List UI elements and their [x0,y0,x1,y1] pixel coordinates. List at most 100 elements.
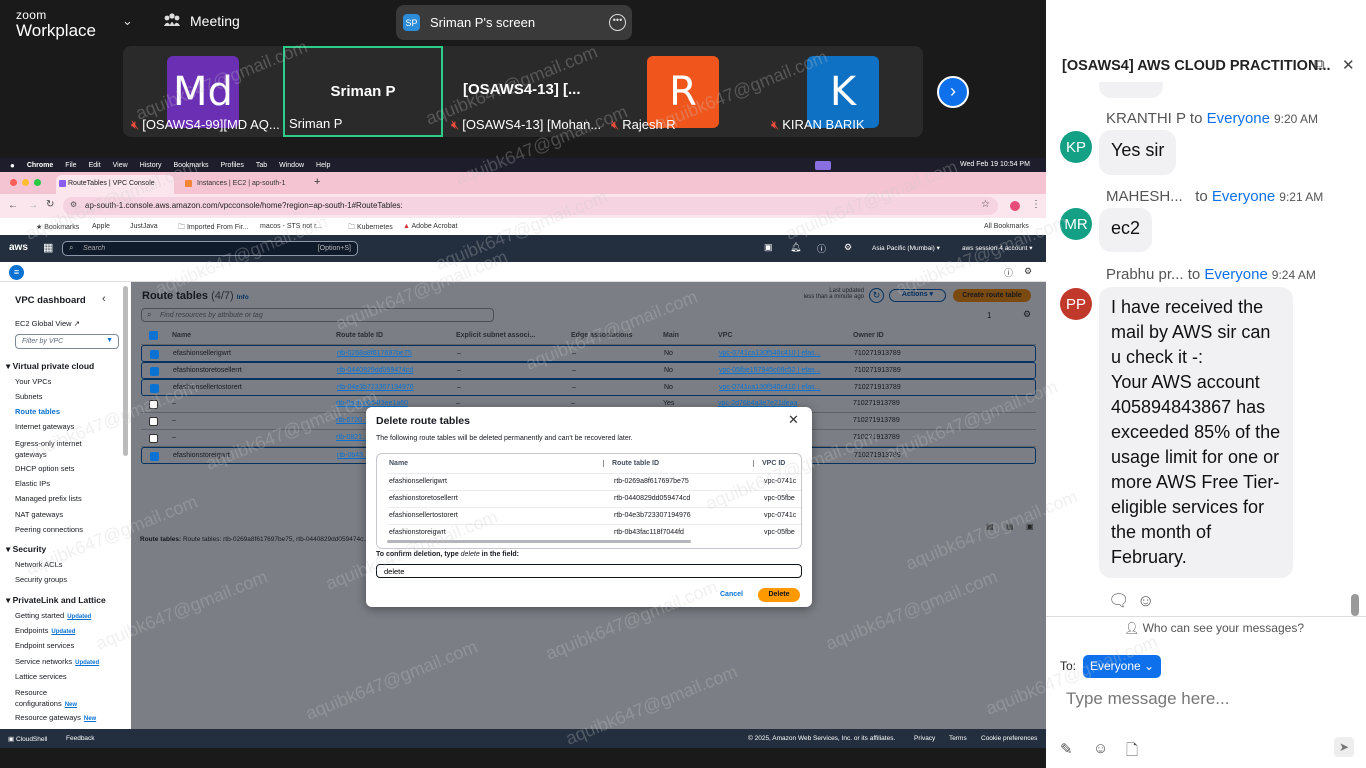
sidebar-item-lattice-services[interactable]: Lattice services [15,672,67,681]
add-reaction-icon[interactable]: ☺ [1137,591,1154,611]
split-panel-icon[interactable]: ▤ [1006,522,1014,531]
participant-tile[interactable]: K 🔇︎ KIRAN BARIK [763,46,923,137]
cookie-preferences-link[interactable]: Cookie preferences [981,735,1037,742]
sidebar-item-service-networks[interactable]: Service networks Updated [15,657,99,666]
delete-button[interactable]: Delete [758,588,800,602]
ec2-global-view-link[interactable]: EC2 Global View ↗ [15,319,80,328]
sidebar-item-network-acls[interactable]: Network ACLs [15,560,63,569]
hamburger-menu-icon[interactable]: ≡ [9,265,24,280]
window-close-dot[interactable] [10,179,17,186]
actions-button[interactable]: Actions ▾ [889,289,946,302]
bookmark-item[interactable]: ★ Bookmarks [36,223,79,231]
meeting-menu[interactable]: Meeting [163,13,240,29]
sidebar-item-internet-gateways[interactable]: Internet gateways [15,422,74,431]
menu-profiles[interactable]: Profiles [220,162,243,169]
window-minimize-dot[interactable] [22,179,29,186]
bookmark-folder[interactable]: 🗀︎ Kubernetes [348,223,393,234]
pagination-current[interactable]: 1 [987,311,991,320]
who-can-see[interactable]: 👤︎ Who can see your messages? [1124,621,1304,635]
cell-id[interactable]: rtb-0440829dd059474cd [337,367,413,374]
cell-id[interactable]: rtb-0821... [336,434,368,441]
row-checkbox[interactable] [149,434,158,443]
row-checkbox[interactable] [150,452,159,461]
url-field[interactable]: ⚙ ap-south-1.console.aws.amazon.com/vpcc… [63,197,998,215]
menu-file[interactable]: File [65,162,76,169]
feedback-link[interactable]: Feedback [66,735,95,742]
participant-tile[interactable]: [OSAWS4-13] [... 🔇︎ [OSAWS4-13] [Mohan... [443,46,603,137]
aws-search-input[interactable]: ⌕ Search [Option+S] [62,241,358,256]
table-row[interactable]: efashionstoretosellerrt rtb-0440829dd0594… [141,362,1036,379]
help-icon[interactable]: ⓘ [817,242,826,255]
message-input[interactable]: Type message here... [1066,689,1229,709]
format-text-icon[interactable]: ✎ [1060,740,1073,758]
sidebar-item-dhcp-option-sets[interactable]: DHCP option sets [15,464,74,473]
participant-tile[interactable]: R 🔇︎ Rajesh R [603,46,763,137]
bookmark-folder[interactable]: 🗀︎ Imported From Fir... [178,223,248,234]
bookmark-item[interactable]: Apple [92,223,110,230]
sidebar-item-peering-connections[interactable]: Peering connections [15,525,83,534]
cancel-button[interactable]: Cancel [720,591,743,598]
sidebar-title[interactable]: VPC dashboard [15,295,86,306]
cell-vpc[interactable]: vpc-2d76b4a3e7e21deaa [718,400,797,407]
preferences-icon[interactable]: ⚙ [1024,266,1032,277]
vpc-filter-select[interactable]: Filter by VPC ▼ [15,334,119,349]
terms-link[interactable]: Terms [949,735,967,742]
menu-help[interactable]: Help [316,162,330,169]
bookmark-star-icon[interactable]: ☆ [981,199,990,210]
column-header-owner[interactable]: Owner ID [853,332,884,339]
section-security[interactable]: ▾ Security [6,544,46,555]
aws-logo[interactable]: aws [9,242,28,253]
menu-chrome[interactable]: Chrome [27,162,53,169]
reply-icon[interactable]: 🗨︎ [1108,591,1130,611]
menu-view[interactable]: View [113,162,128,169]
account-menu[interactable]: aws session 4 account ▾ [962,244,1032,252]
screen-share-status-icon[interactable] [815,161,831,170]
cell-id[interactable]: rtb-0268a8f617697be75 [337,350,412,357]
section-privatelink[interactable]: ▾ PrivateLink and Lattice [6,595,106,606]
close-icon[interactable]: ✕ [788,412,799,428]
cell-id[interactable]: rtb-0acfce064f3ee1a60 [336,400,408,407]
sidebar-item-security-groups[interactable]: Security groups [15,575,67,584]
table-row[interactable]: efashionsellertostorert rtb-04e3b72330719… [141,379,1036,396]
info-panel-icon[interactable]: ⓘ [1004,266,1013,279]
row-checkbox[interactable] [150,367,159,376]
menu-window[interactable]: Window [279,162,304,169]
browser-menu-icon[interactable]: ⋮ [1031,199,1041,210]
emoji-icon[interactable]: ☺ [1093,740,1108,757]
column-header-subnet[interactable]: Explicit subnet associ... [456,332,535,339]
split-panel-icon[interactable]: ▣ [1026,522,1034,531]
sidebar-item-endpoint-services[interactable]: Endpoint services [15,641,74,650]
menu-edit[interactable]: Edit [89,162,101,169]
forward-icon[interactable]: → [28,200,38,211]
select-all-checkbox[interactable] [149,331,158,340]
services-grid-icon[interactable]: ▦ [43,241,53,254]
window-zoom-dot[interactable] [34,179,41,186]
sidebar-scrollbar[interactable] [123,286,128,456]
cell-id[interactable]: rtb-04e3b723307194976 [337,384,414,391]
more-options-icon[interactable]: ••• [609,14,626,31]
column-header-main[interactable]: Main [663,332,679,339]
sidebar-item-getting-started[interactable]: Getting started Updated [15,611,91,620]
row-checkbox[interactable] [150,384,159,393]
refresh-icon[interactable]: ↻ [869,288,884,303]
menu-history[interactable]: History [140,162,162,169]
chevron-down-icon[interactable]: ⌄ [122,13,133,29]
browser-tab[interactable]: Instances | EC2 | ap-south-1 [180,175,310,194]
column-header-edge[interactable]: Edge associations [571,332,632,339]
send-icon[interactable]: ➤ [1334,737,1354,757]
settings-gear-icon[interactable]: ⚙ [844,242,852,253]
file-attach-icon[interactable]: 🗋︎ [1126,740,1138,765]
column-header-name[interactable]: Name [172,332,191,339]
region-selector[interactable]: Asia Pacific (Mumbai) ▾ [872,244,940,252]
participant-tile[interactable]: Md 🔇︎ [OSAWS4-99][MD AQ... [123,46,283,137]
popout-icon[interactable]: ⧉ [1314,56,1325,73]
cell-id[interactable]: rtb-0b43... [337,452,369,459]
row-checkbox[interactable] [149,400,158,409]
modal-table-scrollbar[interactable] [387,540,691,543]
sidebar-item-egress-only-gateways[interactable]: Egress-only internet gateways [15,438,95,460]
cell-vpc[interactable]: vpc-0741ca130f540c410 | efas... [719,384,820,391]
back-icon[interactable]: ← [8,200,18,211]
notifications-bell-icon[interactable]: 🔔︎ [790,242,801,253]
collapse-sidebar-icon[interactable]: ‹ [102,293,106,305]
column-header-route-table-id[interactable]: Route table ID [336,332,383,339]
